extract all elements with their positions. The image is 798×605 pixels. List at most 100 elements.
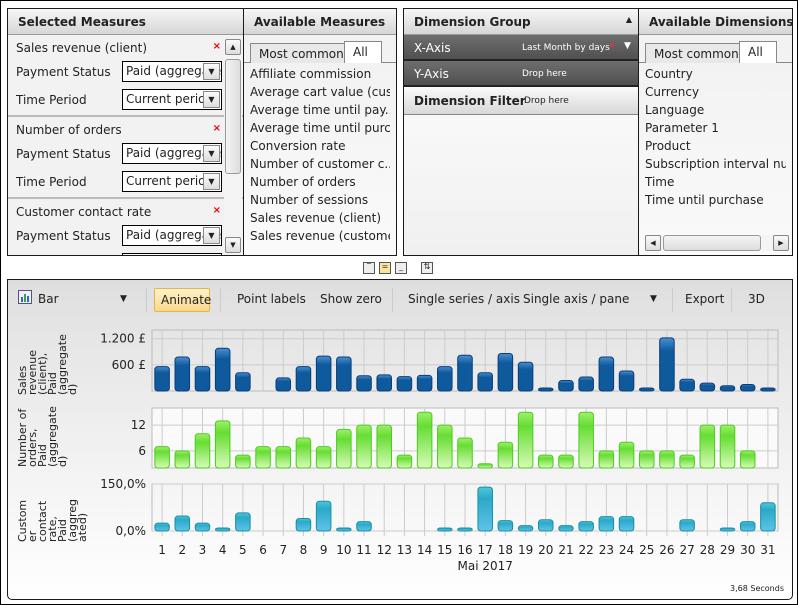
bar bbox=[376, 424, 392, 469]
bar bbox=[214, 527, 231, 532]
scroll-right-icon[interactable]: ▶ bbox=[773, 235, 789, 251]
layout-bottom-icon[interactable]: _ bbox=[395, 262, 407, 274]
scroll-up-icon[interactable]: ▲ bbox=[225, 39, 241, 55]
tab-most-common[interactable]: Most common bbox=[250, 43, 353, 63]
x-tick-label: 28 bbox=[700, 543, 715, 557]
dimension-tabs: Most common All bbox=[639, 41, 792, 63]
measure-item[interactable]: Customer contact rate × Payment Status Pai… bbox=[8, 199, 243, 255]
dimension-list-item[interactable]: Language bbox=[645, 103, 786, 121]
measure-list-item[interactable]: Average cart value (cus... bbox=[250, 85, 390, 103]
bar bbox=[517, 361, 534, 392]
y-axis-row[interactable]: Y-Axis Drop here bbox=[404, 61, 638, 87]
x-tick-label: 7 bbox=[279, 543, 287, 557]
x-tick-label: 8 bbox=[300, 543, 308, 557]
dimension-list-item[interactable]: Parameter 1 bbox=[645, 121, 786, 139]
measure-list-item[interactable]: Affiliate commission bbox=[250, 67, 390, 85]
x-tick-label: 18 bbox=[498, 543, 513, 557]
x-tick-label: 31 bbox=[760, 543, 775, 557]
tab-most-common[interactable]: Most common bbox=[645, 43, 748, 63]
measure-list-item[interactable]: Conversion rate bbox=[250, 139, 390, 157]
remove-icon[interactable]: × bbox=[608, 41, 616, 51]
scroll-down-icon[interactable]: ▼ bbox=[225, 237, 241, 253]
remove-icon[interactable]: × bbox=[213, 123, 221, 134]
chevron-down-icon[interactable]: ▼ bbox=[203, 91, 220, 108]
x-tick-label: 13 bbox=[397, 543, 412, 557]
scroll-thumb[interactable] bbox=[663, 235, 761, 251]
measure-list-item[interactable]: Sales revenue (client) bbox=[250, 211, 390, 229]
remove-icon[interactable]: × bbox=[213, 41, 221, 52]
x-tick-label: 16 bbox=[457, 543, 472, 557]
x-axis-row[interactable]: X-Axis Last Month by days × ▼ bbox=[404, 35, 638, 61]
x-axis-label: X-Axis bbox=[414, 41, 451, 55]
partial-dropdown[interactable] bbox=[122, 253, 222, 255]
collapse-icon[interactable]: ▲ bbox=[626, 15, 632, 24]
layout-middle-icon[interactable]: = bbox=[379, 262, 391, 274]
dimension-list-item[interactable]: Time bbox=[645, 175, 786, 193]
layout-top-icon[interactable]: ‾ bbox=[363, 262, 375, 274]
tab-all[interactable]: All bbox=[344, 41, 382, 63]
bar bbox=[497, 520, 514, 532]
y-axis-drop-target[interactable]: Drop here bbox=[522, 69, 567, 79]
bar bbox=[416, 411, 433, 469]
bar bbox=[295, 437, 312, 469]
bar bbox=[275, 446, 292, 469]
bar bbox=[235, 512, 251, 532]
measure-list-item[interactable]: Average time until purc... bbox=[250, 121, 390, 139]
x-tick-label: 15 bbox=[437, 543, 452, 557]
filter-row: Payment Status Paid (aggregated)▼ bbox=[8, 223, 243, 251]
dimension-list-item[interactable]: Time until purchase bbox=[645, 193, 786, 211]
horizontal-scrollbar[interactable]: ◀ ▶ bbox=[645, 235, 789, 251]
measure-item[interactable]: Number of orders × Payment Status Paid (ag… bbox=[8, 117, 243, 199]
measure-list-item[interactable]: Number of orders bbox=[250, 175, 390, 193]
bar bbox=[659, 450, 675, 469]
chevron-down-icon[interactable]: ▼ bbox=[203, 63, 220, 80]
chevron-down-icon[interactable]: ▼ bbox=[203, 145, 220, 162]
measure-name: Number of orders bbox=[16, 123, 122, 137]
dimension-list-item[interactable]: Country bbox=[645, 67, 786, 85]
swap-icon[interactable]: ⇅ bbox=[421, 262, 433, 274]
chart-panel: Bar ▼ Animate Point labels Show zero Sin… bbox=[7, 279, 793, 600]
payment-status-dropdown[interactable]: Paid (aggregated)▼ bbox=[122, 61, 222, 82]
bar bbox=[174, 450, 191, 469]
measure-list: Affiliate commission Average cart value (… bbox=[244, 63, 396, 251]
measure-list-item[interactable]: Sales revenue (customer) bbox=[250, 229, 390, 247]
dimension-list-item[interactable]: Product bbox=[645, 139, 786, 157]
x-tick-label: 17 bbox=[478, 543, 493, 557]
measure-list-item[interactable]: Number of customer c... bbox=[250, 157, 390, 175]
time-period-dropdown[interactable]: Current period ▼ bbox=[122, 89, 222, 110]
bar bbox=[437, 527, 453, 532]
chevron-down-icon[interactable]: ▼ bbox=[203, 173, 220, 190]
payment-status-dropdown[interactable]: Paid (aggregated)▼ bbox=[122, 225, 222, 246]
y-tick-label: 6 bbox=[138, 444, 146, 458]
scroll-left-icon[interactable]: ◀ bbox=[645, 235, 661, 251]
bar bbox=[760, 387, 776, 392]
bar bbox=[235, 454, 251, 469]
bar bbox=[437, 366, 453, 392]
payment-status-dropdown[interactable]: Paid (aggregated)▼ bbox=[122, 143, 222, 164]
filter-label: Payment Status bbox=[16, 65, 111, 79]
selected-measures-header: Selected Measures bbox=[8, 9, 243, 35]
vertical-scrollbar[interactable]: ▲ ▼ bbox=[224, 39, 242, 255]
bar bbox=[538, 454, 554, 469]
tab-all[interactable]: All bbox=[739, 41, 777, 63]
bar bbox=[598, 356, 615, 392]
measure-list-item[interactable]: Number of sessions bbox=[250, 193, 390, 211]
dimension-filter-row[interactable]: Dimension Filter Drop here bbox=[404, 87, 638, 115]
measure-item[interactable]: Sales revenue (client) × Payment Status Pa… bbox=[8, 35, 243, 117]
dimension-group-header: Dimension Group ▲ bbox=[404, 9, 638, 35]
chevron-down-icon[interactable]: ▼ bbox=[624, 41, 631, 51]
time-period-dropdown[interactable]: Current period ▼ bbox=[122, 171, 222, 192]
dimension-list-item[interactable]: Subscription interval number bbox=[645, 157, 786, 175]
remove-icon[interactable]: × bbox=[213, 205, 221, 216]
scroll-thumb[interactable] bbox=[225, 59, 241, 174]
x-tick-label: 4 bbox=[219, 543, 227, 557]
bar bbox=[437, 424, 453, 469]
dropdown-value: Current period bbox=[126, 174, 214, 188]
x-tick-label: 19 bbox=[518, 543, 533, 557]
dimension-list-item[interactable]: Currency bbox=[645, 85, 786, 103]
filter-drop-target[interactable]: Drop here bbox=[524, 96, 569, 106]
chevron-down-icon[interactable]: ▼ bbox=[203, 227, 220, 244]
bar bbox=[659, 337, 675, 392]
x-axis-label: Mai 2017 bbox=[457, 559, 512, 573]
measure-list-item[interactable]: Average time until pay... bbox=[250, 103, 390, 121]
